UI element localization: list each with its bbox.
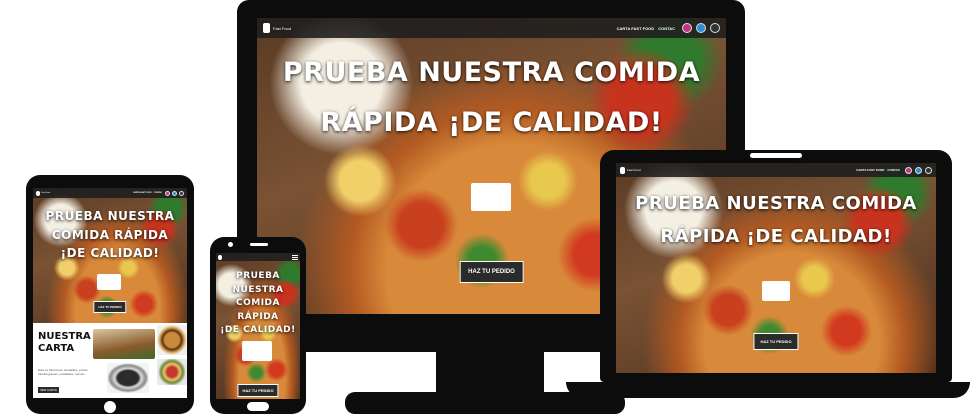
- salad-image: [157, 359, 187, 385]
- laptop-base: [566, 382, 970, 398]
- phone-speaker: [250, 243, 268, 246]
- menu-title-line1: NUESTRA: [38, 331, 91, 342]
- hero-headline-line3: COMIDA RÁPIDA: [236, 298, 280, 322]
- laptop-camera: [750, 153, 802, 158]
- instagram-icon[interactable]: [905, 166, 912, 174]
- brand-name: Fast Food: [627, 168, 641, 172]
- delivery-truck-icon: [97, 274, 121, 295]
- delivery-truck-icon: [242, 341, 272, 366]
- hamburger-menu-icon[interactable]: [292, 256, 298, 258]
- instagram-icon[interactable]: [682, 23, 692, 33]
- hero-headline: PRUEBA NUESTRA COMIDA RÁPIDA ¡DE CALIDAD…: [216, 270, 300, 338]
- chef-hat-icon: [36, 190, 40, 196]
- hero-headline-line1: PRUEBA: [236, 271, 280, 281]
- navbar: Fast Food CARTA FAST FOOD CONTAC: [616, 163, 936, 177]
- menu-section: NUESTRA CARTA Esta es Fast Food, bocadil…: [33, 323, 187, 398]
- order-button[interactable]: HAZ TU PEDIDO: [459, 261, 524, 283]
- logo[interactable]: Fast Food: [36, 190, 51, 196]
- navbar: [216, 253, 300, 261]
- delivery-truck-icon: [471, 183, 511, 216]
- instagram-icon[interactable]: [165, 190, 170, 196]
- navbar: Fast Food CARTA FAST FOOD CONTAC: [33, 188, 187, 198]
- tablet: Fast Food CARTA FAST FOOD CONTAC PRUEBA …: [26, 175, 194, 414]
- order-button[interactable]: HAZ TU PEDIDO: [237, 384, 279, 397]
- hero-headline: PRUEBA NUESTRA COMIDA RÁPIDA ¡DE CALIDAD…: [257, 56, 726, 140]
- hero-headline-line4: ¡DE CALIDAD!: [220, 325, 296, 335]
- laptop: Fast Food CARTA FAST FOOD CONTAC PRUEBA …: [600, 150, 952, 382]
- twitter-icon[interactable]: [915, 166, 922, 174]
- delivery-truck-icon: [762, 281, 790, 306]
- chef-hat-icon: [263, 23, 270, 33]
- github-icon[interactable]: [710, 23, 720, 33]
- tablet-screen: Fast Food CARTA FAST FOOD CONTAC PRUEBA …: [33, 188, 187, 398]
- github-icon[interactable]: [925, 166, 932, 174]
- hero-headline-line1: PRUEBA NUESTRA COMIDA: [282, 57, 701, 88]
- hero-headline-line2: NUESTRA: [232, 284, 284, 295]
- twitter-icon[interactable]: [696, 23, 706, 33]
- order-button[interactable]: HAZ TU PEDIDO: [753, 333, 799, 350]
- chef-hat-icon: [218, 254, 222, 260]
- menu-button[interactable]: VER CARTA: [38, 387, 59, 393]
- menu-section-text: Esta es Fast Food, bocadillos, pizzas, h…: [38, 368, 89, 376]
- twitter-icon[interactable]: [172, 190, 177, 196]
- laptop-screen: Fast Food CARTA FAST FOOD CONTAC PRUEBA …: [616, 163, 936, 373]
- hero-headline-line3: ¡DE CALIDAD!: [60, 246, 160, 261]
- order-button[interactable]: HAZ TU PEDIDO: [93, 301, 127, 313]
- tablet-home-button: [104, 401, 116, 413]
- logo[interactable]: [218, 254, 222, 260]
- phone-screen: PRUEBA NUESTRA COMIDA RÁPIDA ¡DE CALIDAD…: [216, 253, 300, 399]
- logo[interactable]: Fast Food: [263, 23, 291, 33]
- hero-headline-line1: PRUEBA NUESTRA: [45, 209, 175, 223]
- monitor-stand-neck: [436, 352, 544, 396]
- brand-name: Fast Food: [273, 25, 292, 31]
- phone-home-button: [247, 402, 269, 411]
- hero-headline-line2: COMIDA RÁPIDA: [51, 227, 169, 242]
- github-icon[interactable]: [179, 190, 184, 196]
- nav-link-contact[interactable]: CONTAC: [887, 168, 900, 172]
- hero-headline-line1: PRUEBA NUESTRA COMIDA: [635, 193, 917, 214]
- menu-section-title: NUESTRA CARTA: [38, 331, 91, 354]
- sandwich-image: [93, 329, 155, 359]
- navbar: Fast Food CARTA FAST FOOD CONTAC: [257, 18, 726, 38]
- hero-headline-line2: RÁPIDA ¡DE CALIDAD!: [660, 225, 892, 247]
- phone-camera: [228, 242, 233, 247]
- dish-image: [107, 363, 149, 393]
- nav-link-carta[interactable]: CARTA FAST FOOD: [856, 168, 884, 172]
- hero-headline-line2: RÁPIDA ¡DE CALIDAD!: [320, 106, 663, 138]
- hero-headline: PRUEBA NUESTRA COMIDA RÁPIDA ¡DE CALIDAD…: [33, 207, 187, 263]
- burger-image: [157, 325, 187, 355]
- hero-headline: PRUEBA NUESTRA COMIDA RÁPIDA ¡DE CALIDAD…: [616, 193, 936, 248]
- nav-link-carta[interactable]: CARTA FAST FOOD: [617, 26, 655, 31]
- nav-link-contact[interactable]: CONTAC: [154, 192, 162, 194]
- logo[interactable]: Fast Food: [620, 166, 641, 174]
- phone: PRUEBA NUESTRA COMIDA RÁPIDA ¡DE CALIDAD…: [210, 237, 306, 414]
- nav-link-carta[interactable]: CARTA FAST FOOD: [133, 192, 152, 194]
- nav-link-contact[interactable]: CONTAC: [658, 26, 675, 31]
- chef-hat-icon: [620, 166, 625, 174]
- brand-name: Fast Food: [41, 192, 51, 194]
- menu-title-line2: CARTA: [38, 342, 75, 354]
